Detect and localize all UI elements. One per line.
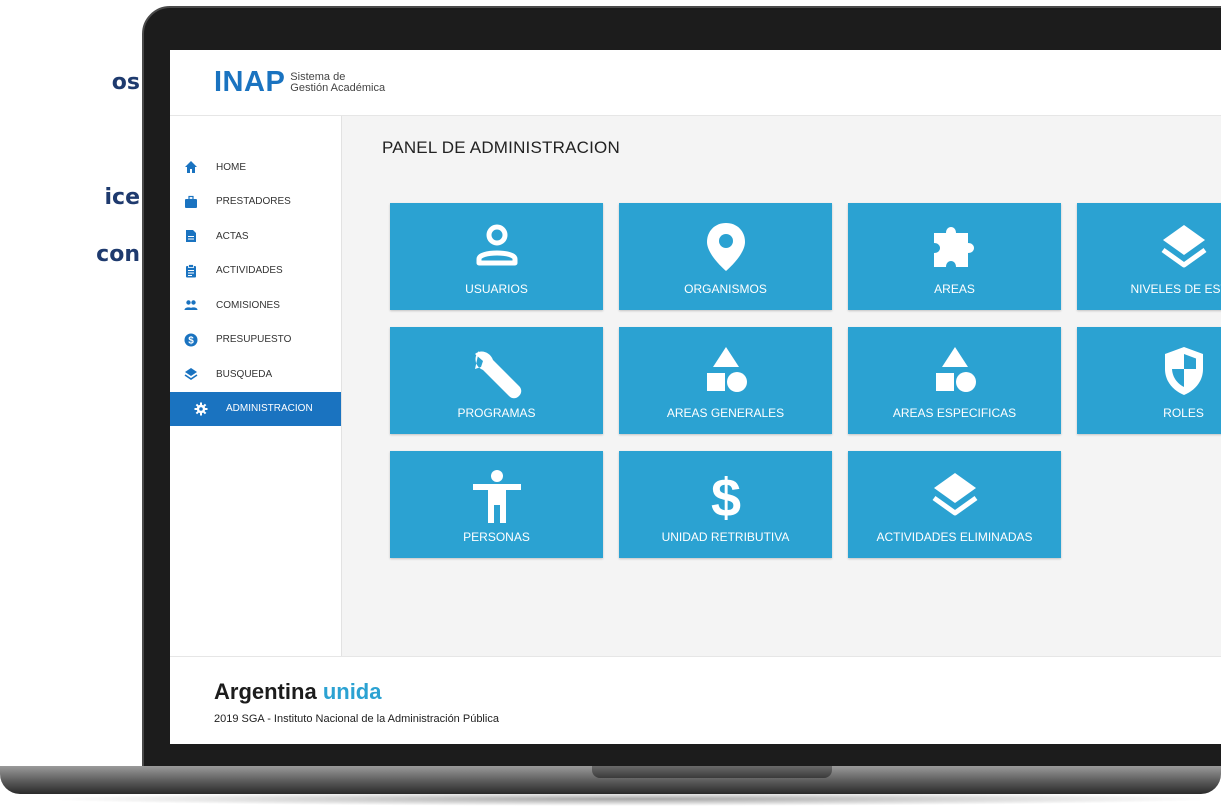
side-text-line-3: con [96,242,140,267]
puzzle-icon [933,227,974,267]
side-text-line-1: os [111,70,140,95]
tile-label: AREAS ESPECIFICAS [892,406,1017,420]
briefcase-icon [184,195,198,209]
side-text-line-2: ice [104,185,140,210]
footer-brand-word-2: unida [322,679,382,704]
tile-label: NIVELES DE ESTU [1130,282,1221,296]
app-header: INAP Sistema de Gestión Académica [170,50,1221,116]
page-title: PANEL DE ADMINISTRACION [382,138,620,157]
tile-label: ROLES [1163,406,1204,420]
svg-text:$: $ [710,469,740,525]
home-icon [184,160,198,174]
shapes-icon [706,347,747,392]
person-icon [472,470,521,523]
document-icon [184,229,198,243]
clipboard-icon [184,263,198,278]
sidebar-item-label: ACTAS [216,230,249,242]
sidebar-item-busqueda[interactable]: BUSQUEDA [170,357,341,392]
location-pin-icon [706,223,745,271]
tile-unidad-retributiva[interactable]: $ UNIDAD RETRIBUTIVA [619,451,832,558]
tile-programas[interactable]: PROGRAMAS [390,327,603,434]
tile-label: AREAS [934,282,975,296]
tile-usuarios[interactable]: USUARIOS [390,203,603,310]
gear-icon [194,402,208,416]
footer-copyright: 2019 SGA - Instituto Nacional de la Admi… [214,713,499,725]
sidebar-item-actividades[interactable]: ACTIVIDADES [170,254,341,289]
tile-personas[interactable]: PERSONAS [390,451,603,558]
sidebar-item-home[interactable]: HOME [170,150,341,185]
tile-label: USUARIOS [465,282,528,296]
people-icon [184,298,198,312]
tile-areas[interactable]: AREAS [848,203,1061,310]
side-text-cropped: os ice con [0,0,140,808]
layers-icon [184,367,198,381]
footer-brand: Argentina unida [214,679,381,705]
laptop-shadow [40,792,1221,806]
tile-niveles-de-estudio[interactable]: NIVELES DE ESTU [1077,203,1221,310]
tile-label: ACTIVIDADES ELIMINADAS [876,530,1033,544]
svg-text:$: $ [188,335,194,346]
layers-icon [1161,225,1206,268]
logo-word: INAP [214,66,286,98]
user-icon [476,224,517,266]
sidebar-item-label: PRESTADORES [216,196,291,208]
tile-roles[interactable]: ROLES [1077,327,1221,434]
layers-icon [932,473,977,516]
logo-sub-line-2: Gestión Académica [290,81,386,94]
shapes-icon [935,347,976,392]
sidebar-item-label: BUSQUEDA [216,368,273,380]
sidebar-item-label: COMISIONES [216,299,280,311]
stage: os ice con INAP Sistema de Gestión Acadé… [0,0,1221,808]
tile-label: PROGRAMAS [457,406,536,420]
dollar-icon: $ [710,469,740,525]
dollar-circle-icon: $ [184,333,198,347]
tile-actividades-eliminadas[interactable]: ACTIVIDADES ELIMINADAS [848,451,1061,558]
tile-areas-generales[interactable]: AREAS GENERALES [619,327,832,434]
sidebar-item-label: HOME [216,161,246,173]
sidebar-item-label: ACTIVIDADES [216,265,283,277]
tile-organismos[interactable]: ORGANISMOS [619,203,832,310]
footer-brand-word-1: Argentina [214,679,317,704]
sidebar-item-presupuesto[interactable]: $ PRESUPUESTO [170,323,341,358]
laptop-notch [592,766,832,778]
wrench-icon [474,351,521,399]
sidebar-item-administracion[interactable]: ADMINISTRACION [170,391,341,426]
tile-label: ORGANISMOS [684,282,767,296]
sidebar-item-label: PRESUPUESTO [216,334,292,346]
sidebar-item-label: ADMINISTRACION [226,403,313,415]
sidebar: HOME PRESTADORES ACTAS ACTIVIDADES COMIS… [170,116,342,656]
sidebar-item-actas[interactable]: ACTAS [170,219,341,254]
shield-icon [1164,347,1203,395]
tile-areas-especificas[interactable]: AREAS ESPECIFICAS [848,327,1061,434]
sidebar-item-prestadores[interactable]: PRESTADORES [170,185,341,220]
app-screen: INAP Sistema de Gestión Académica HOME P… [170,50,1221,744]
tile-label: PERSONAS [463,530,530,544]
logo-subtitle: Sistema de Gestión Académica [290,71,386,94]
footer: Argentina unida 2019 SGA - Instituto Nac… [170,656,1221,744]
inap-logo[interactable]: INAP Sistema de Gestión Académica [214,66,385,99]
main-content: PANEL DE ADMINISTRACION USUARIOS ORGANIS… [342,116,1221,656]
tile-label: AREAS GENERALES [666,406,785,420]
sidebar-item-comisiones[interactable]: COMISIONES [170,288,341,323]
tile-label: UNIDAD RETRIBUTIVA [661,530,790,544]
